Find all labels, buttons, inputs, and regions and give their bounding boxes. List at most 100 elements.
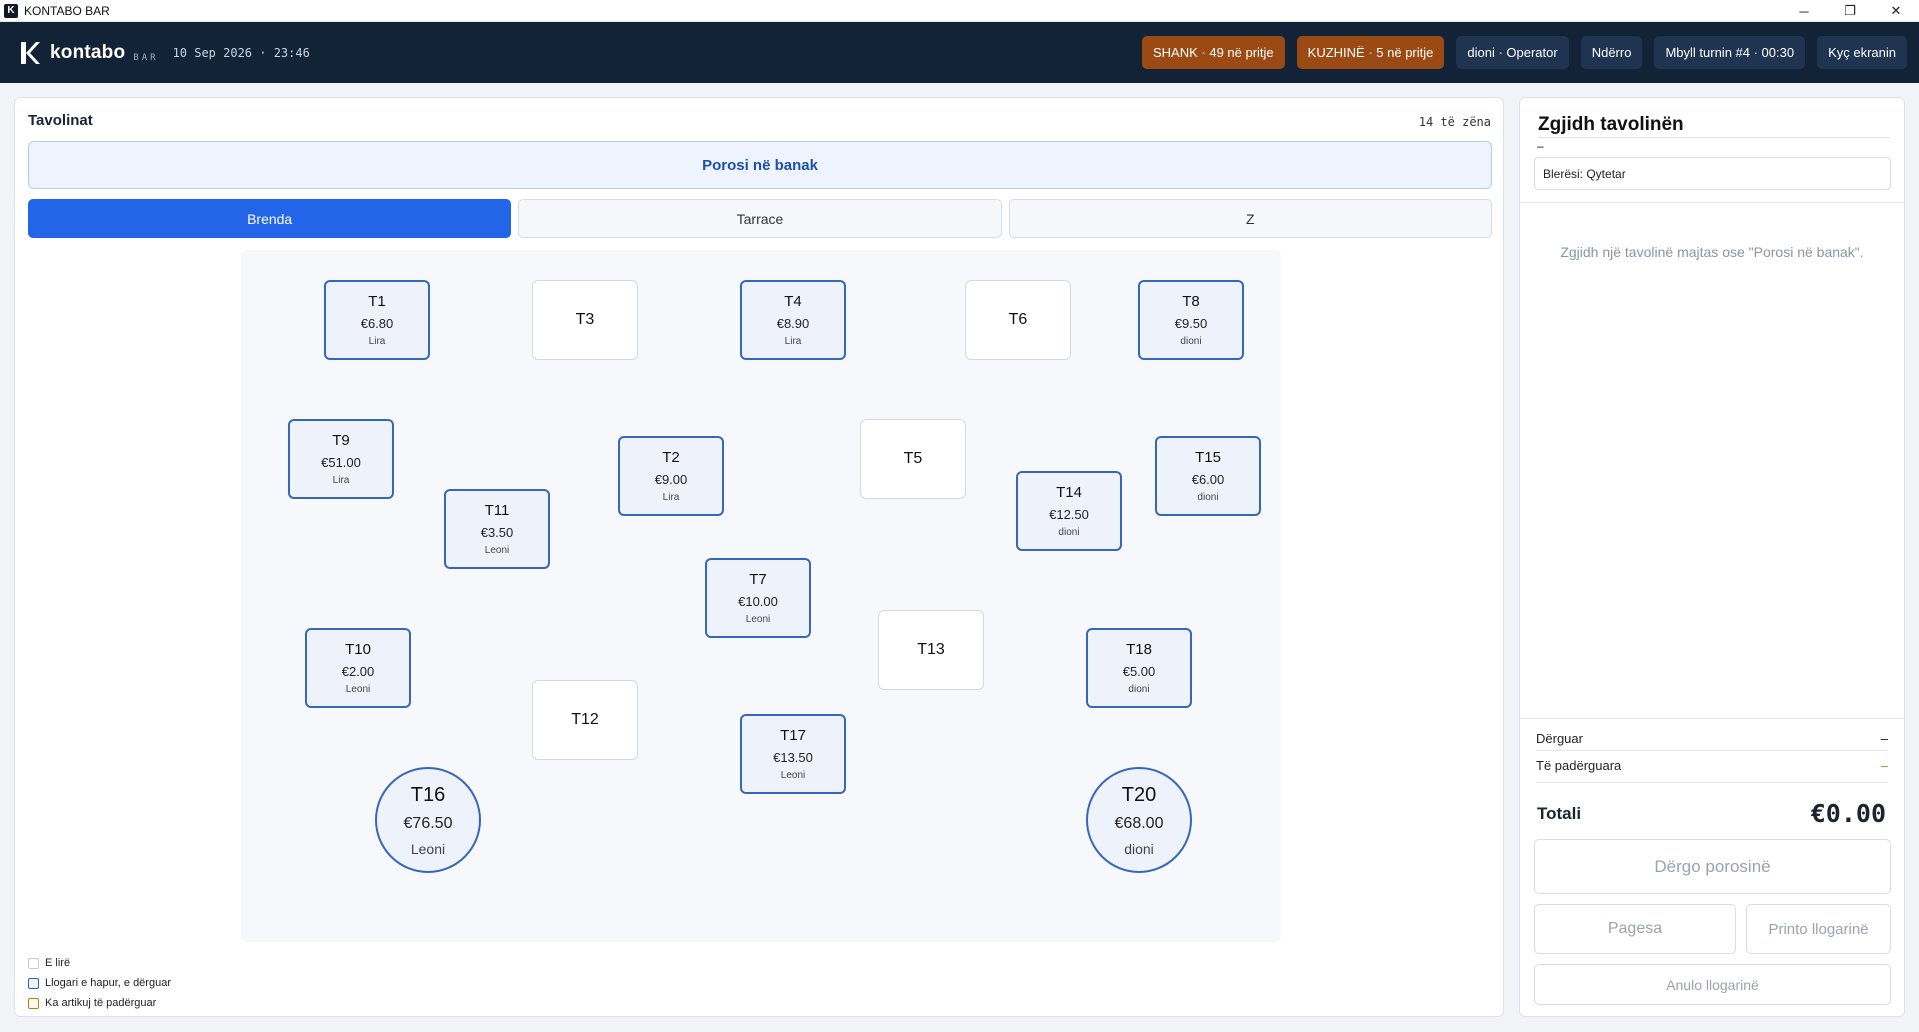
table-name: T10 <box>345 641 371 658</box>
table-waiter: dioni <box>1197 492 1219 503</box>
table-name: T12 <box>571 711 599 728</box>
legend-pending: Ka artikuj të padërguar <box>28 993 171 1013</box>
table-name: T9 <box>332 432 350 449</box>
header-datetime: 10 Sep 2026 · 23:46 <box>172 45 310 60</box>
table-amount: €76.50 <box>403 814 453 832</box>
table-amount: €12.50 <box>1049 507 1089 522</box>
table-t15[interactable]: T15 €6.00 dioni <box>1155 436 1261 516</box>
table-amount: €8.90 <box>776 316 810 331</box>
legend-free-label: E lirë <box>45 957 71 969</box>
table-waiter: Lira <box>332 475 350 486</box>
brand: kontabo BAR <box>20 41 159 65</box>
divider <box>1520 718 1904 719</box>
lock-screen-button[interactable]: Kyç ekranin <box>1817 36 1907 69</box>
table-name: T15 <box>1195 449 1221 466</box>
table-t17[interactable]: T17 €13.50 Leoni <box>740 714 846 794</box>
table-t18[interactable]: T18 €5.00 dioni <box>1086 628 1192 708</box>
table-name: T16 <box>410 783 446 806</box>
table-t13[interactable]: T13 <box>878 610 984 690</box>
table-name: T6 <box>1008 311 1028 328</box>
buyer-select[interactable]: Blerësi: Qytetar <box>1534 157 1891 190</box>
table-t1[interactable]: T1 €6.80 Lira <box>324 280 430 360</box>
close-shift-button[interactable]: Mbyll turnin #4 · 00:30 <box>1654 36 1806 69</box>
order-panel: Zgjidh tavolinën – Blerësi: Qytetar Zgji… <box>1519 97 1905 1017</box>
table-name: T13 <box>917 641 945 658</box>
table-t6[interactable]: T6 <box>965 280 1071 360</box>
title-divider <box>1538 137 1890 138</box>
table-waiter: dioni <box>1180 336 1202 347</box>
table-amount: €9.00 <box>654 472 688 487</box>
sent-value: – <box>1880 731 1888 746</box>
table-waiter: Lira <box>368 336 386 347</box>
selected-table-subtitle: – <box>1537 139 1544 153</box>
table-amount: €10.00 <box>738 594 778 609</box>
cancel-bill-button[interactable]: Anulo llogarinë <box>1534 964 1891 1005</box>
window-title: KONTABO BAR <box>24 3 110 18</box>
table-waiter: Leoni <box>745 614 771 625</box>
table-waiter: Lira <box>784 336 802 347</box>
tab-zone-z[interactable]: Z <box>1008 199 1492 238</box>
table-t16[interactable]: T16 €76.50 Leoni <box>375 767 481 873</box>
minimize-button[interactable]: ─ <box>1781 0 1827 22</box>
app-logo-icon: K <box>4 3 18 18</box>
print-bill-button[interactable]: Printo llogarinë <box>1746 904 1891 954</box>
tables-title: Tavolinat <box>28 112 93 129</box>
table-name: T20 <box>1121 783 1157 806</box>
table-t7[interactable]: T7 €10.00 Leoni <box>705 558 811 638</box>
pending-label: Të padërguara <box>1536 758 1622 773</box>
window-titlebar: K KONTABO BAR ─ ❐ ✕ <box>0 0 1919 22</box>
table-amount: €9.50 <box>1174 316 1208 331</box>
table-name: T2 <box>662 449 680 466</box>
payment-button[interactable]: Pagesa <box>1534 904 1736 954</box>
close-window-button[interactable]: ✕ <box>1873 0 1919 22</box>
send-order-button[interactable]: Dërgo porosinë <box>1534 839 1891 894</box>
table-amount: €13.50 <box>773 750 813 765</box>
table-t11[interactable]: T11 €3.50 Leoni <box>444 489 550 569</box>
table-t8[interactable]: T8 €9.50 dioni <box>1138 280 1244 360</box>
table-name: T3 <box>575 311 595 328</box>
sent-row: Dërguar – <box>1536 731 1888 746</box>
legend-pending-label: Ka artikuj të padërguar <box>45 997 157 1009</box>
table-t4[interactable]: T4 €8.90 Lira <box>740 280 846 360</box>
table-waiter: dioni <box>1058 527 1080 538</box>
table-t14[interactable]: T14 €12.50 dioni <box>1016 471 1122 551</box>
kitchen-queue-button[interactable]: KUZHINË · 5 në pritje <box>1296 36 1445 69</box>
window-controls: ─ ❐ ✕ <box>1781 0 1919 22</box>
current-user-button[interactable]: dioni · Operator <box>1456 36 1569 69</box>
zone-tabs: Brenda Tarrace Z <box>28 199 1492 238</box>
table-t12[interactable]: T12 <box>532 680 638 760</box>
table-t9[interactable]: T9 €51.00 Lira <box>288 419 394 499</box>
kontabo-logo-icon <box>21 41 40 64</box>
brand-subtitle: BAR <box>133 52 159 63</box>
free-swatch-icon <box>28 957 39 969</box>
table-t20[interactable]: T20 €68.00 dioni <box>1086 767 1192 873</box>
order-panel-title: Zgjidh tavolinën <box>1538 114 1684 135</box>
table-t5[interactable]: T5 <box>860 419 966 499</box>
table-waiter: dioni <box>1124 840 1154 857</box>
switch-user-button[interactable]: Ndërro <box>1580 36 1643 69</box>
table-amount: €5.00 <box>1122 664 1156 679</box>
table-waiter: dioni <box>1128 684 1150 695</box>
table-waiter: Leoni <box>410 840 446 857</box>
tab-zone-brenda[interactable]: Brenda <box>28 199 512 238</box>
bar-order-button[interactable]: Porosi në banak <box>28 141 1492 189</box>
table-t2[interactable]: T2 €9.00 Lira <box>618 436 724 516</box>
table-waiter: Leoni <box>780 770 806 781</box>
tab-zone-tarrace[interactable]: Tarrace <box>518 199 1002 238</box>
divider <box>1536 750 1888 751</box>
pending-value: – <box>1880 758 1888 773</box>
table-name: T17 <box>780 727 806 744</box>
table-name: T1 <box>368 293 386 310</box>
divider <box>1536 782 1888 783</box>
sent-label: Dërguar <box>1536 731 1583 746</box>
app-header: kontabo BAR 10 Sep 2026 · 23:46 SHANK · … <box>0 22 1919 83</box>
total-value: €0.00 <box>1810 799 1886 828</box>
restore-button[interactable]: ❐ <box>1827 0 1873 22</box>
table-t10[interactable]: T10 €2.00 Leoni <box>305 628 411 708</box>
floor-plan: T1 €6.80 Lira T3 T4 €8.90 Lira T6 T8 €9.… <box>241 250 1281 942</box>
table-name: T5 <box>903 450 923 467</box>
brand-name: kontabo <box>50 41 126 63</box>
bar-queue-button[interactable]: SHANK · 49 në pritje <box>1142 36 1285 69</box>
table-name: T11 <box>484 502 510 519</box>
table-t3[interactable]: T3 <box>532 280 638 360</box>
